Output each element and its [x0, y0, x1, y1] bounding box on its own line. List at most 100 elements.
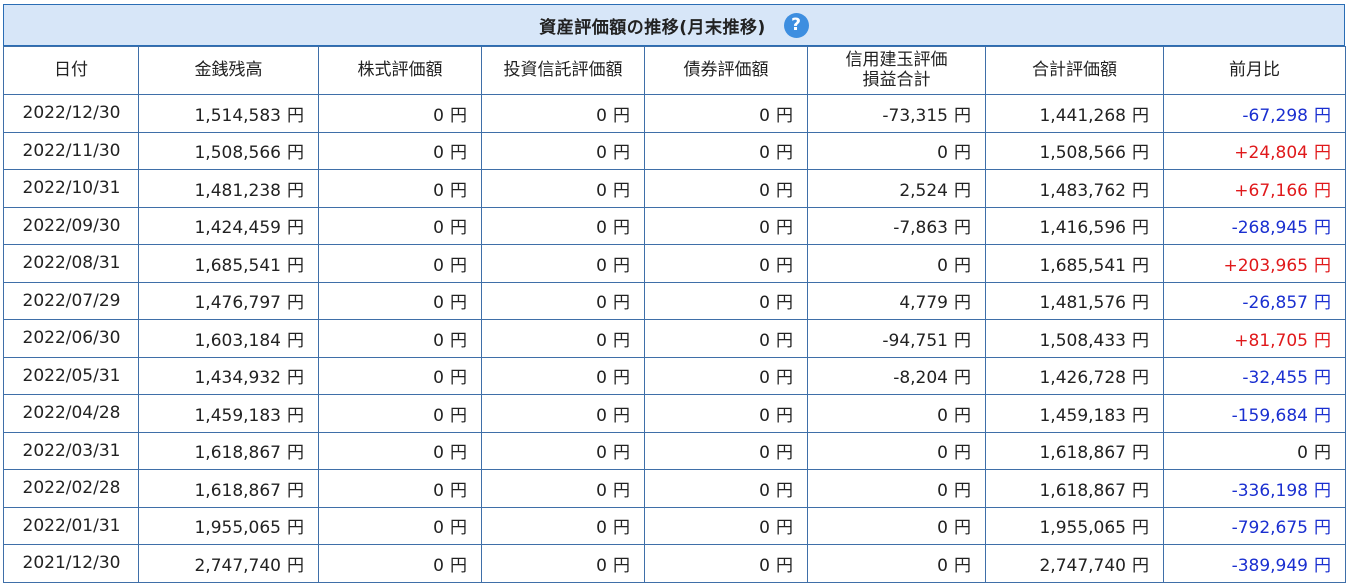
cell-stock-value: 0円 — [318, 319, 482, 358]
table-row: 2022/12/30 1,514,583 円 0 円 0 円 0 円 -73,315 円 1,441,… — [3, 94, 1346, 133]
cell-cash-balance: 1,508,566 円 — [138, 131, 319, 170]
amount-value: 0 — [596, 518, 607, 539]
amount-value: 1,618,867 — [1039, 443, 1126, 464]
cell-total-value: 1,416,596 円 — [985, 206, 1164, 245]
cell-date: 2022/05/31 — [3, 356, 139, 395]
cell-total-value: 1,508,433 円 — [985, 319, 1164, 358]
currency-unit: 円 — [954, 293, 971, 314]
currency-unit: 円 — [287, 480, 304, 501]
currency-unit: 円 — [287, 218, 304, 239]
amount-value: 1,603,184 — [194, 330, 281, 351]
currency-unit: 円 — [1132, 105, 1149, 126]
amount-value: -336,198 — [1231, 480, 1308, 501]
cell-bond-value: 0円 — [644, 131, 808, 170]
currency-unit: 円 — [613, 480, 630, 501]
amount-value: 0 — [759, 405, 770, 426]
amount-value: 1,955,065 — [194, 518, 281, 539]
cell-total-value: 1,441,268 円 — [985, 94, 1164, 133]
currency-unit: 円 — [613, 293, 630, 314]
cell-stock-value: 0円 — [318, 544, 482, 583]
cell-total-value: 1,459,183 円 — [985, 394, 1164, 433]
cell-total-value: 1,685,541 円 — [985, 244, 1164, 283]
amount-value: 0 — [596, 330, 607, 351]
cell-fund-value: 0円 — [481, 394, 645, 433]
currency-unit: 円 — [1132, 368, 1149, 389]
amount-value: 0 — [433, 105, 444, 126]
currency-unit: 円 — [1132, 443, 1149, 464]
currency-unit: 円 — [1132, 405, 1149, 426]
cell-cash-balance: 2,747,740 円 — [138, 544, 319, 583]
currency-unit: 円 — [1314, 330, 1331, 351]
currency-unit: 円 — [776, 480, 793, 501]
amount-value: 1,459,183 — [1039, 405, 1126, 426]
title-bar: 資産評価額の推移(月末推移) ? — [3, 4, 1345, 46]
column-header-bond-value: 債券評価額 — [644, 46, 808, 95]
amount-value: 0 — [759, 480, 770, 501]
currency-unit: 円 — [776, 255, 793, 276]
amount-value: 1,508,566 — [1039, 143, 1126, 164]
currency-unit: 円 — [287, 443, 304, 464]
amount-value: 1,481,576 — [1039, 293, 1126, 314]
currency-unit: 円 — [776, 143, 793, 164]
currency-unit: 円 — [450, 218, 467, 239]
column-header-cash-balance: 金銭残高 — [138, 46, 319, 95]
currency-unit: 円 — [954, 518, 971, 539]
currency-unit: 円 — [1314, 180, 1331, 201]
amount-value: 0 — [596, 555, 607, 576]
amount-value: 0 — [596, 443, 607, 464]
help-icon[interactable]: ? — [783, 12, 809, 38]
currency-unit: 円 — [954, 255, 971, 276]
cell-cash-balance: 1,603,184 円 — [138, 319, 319, 358]
currency-unit: 円 — [1132, 293, 1149, 314]
cell-mom-change: +67,166 円 — [1163, 169, 1346, 208]
header-row: 日付 金銭残高 株式評価額 投資信託評価額 債券評価額 信用建玉評価 損益合計 合計評価額 前月… — [3, 46, 1346, 95]
currency-unit: 円 — [613, 518, 630, 539]
currency-unit: 円 — [613, 368, 630, 389]
currency-unit: 円 — [287, 180, 304, 201]
amount-value: 1,514,583 — [194, 105, 281, 126]
currency-unit: 円 — [287, 555, 304, 576]
amount-value: -268,945 — [1231, 218, 1308, 239]
currency-unit: 円 — [1314, 480, 1331, 501]
cell-fund-value: 0円 — [481, 206, 645, 245]
amount-value: 0 — [596, 143, 607, 164]
cell-bond-value: 0円 — [644, 506, 808, 545]
cell-total-value: 1,481,576 円 — [985, 281, 1164, 320]
amount-value: 0 — [433, 480, 444, 501]
cell-fund-value: 0円 — [481, 431, 645, 470]
cell-cash-balance: 1,476,797 円 — [138, 281, 319, 320]
cell-fund-value: 0円 — [481, 544, 645, 583]
amount-value: 1,426,728 — [1039, 368, 1126, 389]
amount-value: 0 — [433, 143, 444, 164]
cell-fund-value: 0円 — [481, 319, 645, 358]
currency-unit: 円 — [1132, 518, 1149, 539]
cell-date: 2022/11/30 — [3, 131, 139, 170]
cell-bond-value: 0円 — [644, 431, 808, 470]
currency-unit: 円 — [450, 480, 467, 501]
cell-stock-value: 0円 — [318, 206, 482, 245]
amount-value: -67,298 — [1242, 105, 1308, 126]
cell-bond-value: 0円 — [644, 281, 808, 320]
cell-fund-value: 0円 — [481, 469, 645, 508]
amount-value: 0 — [759, 555, 770, 576]
currency-unit: 円 — [450, 405, 467, 426]
amount-value: 1,508,566 — [194, 143, 281, 164]
currency-unit: 円 — [613, 330, 630, 351]
cell-mom-change: -389,949 円 — [1163, 544, 1346, 583]
cell-bond-value: 0円 — [644, 319, 808, 358]
amount-value: 0 — [937, 255, 948, 276]
currency-unit: 円 — [287, 330, 304, 351]
amount-value: 1,459,183 — [194, 405, 281, 426]
cell-bond-value: 0円 — [644, 356, 808, 395]
cell-stock-value: 0円 — [318, 244, 482, 283]
cell-date: 2022/01/31 — [3, 506, 139, 545]
amount-value: 0 — [937, 518, 948, 539]
currency-unit: 円 — [287, 255, 304, 276]
cell-total-value: 1,955,065 円 — [985, 506, 1164, 545]
amount-value: 0 — [759, 218, 770, 239]
table-row: 2022/06/30 1,603,184 円 0 円 0 円 0 円 -94,751 円 1,508,… — [3, 319, 1346, 358]
table-row: 2022/01/31 1,955,065 円 0 円 0 円 0 円 0 円 1,955,065 円 -7… — [3, 506, 1346, 545]
amount-value: 0 — [433, 443, 444, 464]
cell-stock-value: 0円 — [318, 469, 482, 508]
amount-value: 0 — [759, 330, 770, 351]
